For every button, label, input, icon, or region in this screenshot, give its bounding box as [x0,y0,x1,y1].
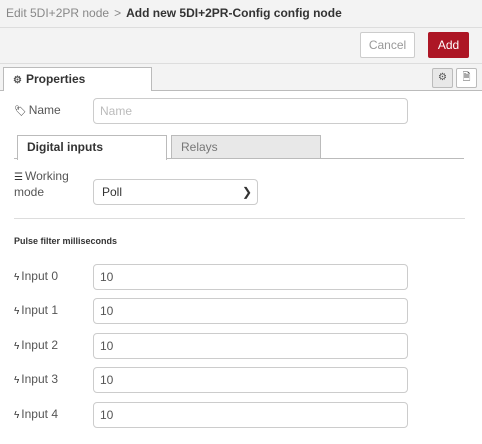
working-mode-select[interactable]: Poll ❯ [93,179,258,205]
bolt-icon: ϟ [14,341,20,352]
tray-breadcrumb: Edit 5DI+2PR node > Add new 5DI+2PR-Config… [0,0,482,28]
breadcrumb-separator: > [114,6,122,20]
tab-properties-label: Properties [25,72,86,86]
bolt-icon: ϟ [14,375,20,386]
bars-icon: ☰ [14,172,23,183]
tag-icon: 🏷 [14,106,27,117]
input-3-label: ϟ Input 3 [14,372,58,388]
working-mode-value: Poll [102,185,123,199]
breadcrumb-parent[interactable]: Edit 5DI+2PR node [6,6,109,20]
input-3-label-text: Input 3 [21,372,58,386]
input-2-field[interactable] [93,333,408,359]
add-button[interactable]: Add [428,32,469,58]
input-4-field[interactable] [93,402,408,428]
section-divider [14,218,465,219]
chevron-down-icon: ❯ [241,185,252,199]
tab-bar: ⚙ Properties ⚙ 🗎 [0,64,482,92]
input-0-field[interactable] [93,264,408,290]
breadcrumb-current: Add new 5DI+2PR-Config config node [126,6,342,20]
properties-panel: 🏷Name Digital inputs Relays ☰Working mod… [0,91,482,444]
name-label: 🏷 Name [14,103,61,119]
name-label-text: Name [28,103,61,117]
tab-properties[interactable]: ⚙ Properties [3,67,152,92]
subtab-relays[interactable]: Relays [171,135,321,159]
input-2-label: ϟ Input 2 [14,338,58,354]
working-mode-label: ☰ Working mode [14,169,69,199]
bolt-icon: ϟ [14,410,20,421]
tray-toolbar: Cancel Add [0,28,482,64]
input-3-field[interactable] [93,367,408,393]
subtab-underline [14,158,17,159]
input-0-label: ϟ Input 0 [14,269,58,285]
input-4-label: ϟ Input 4 [14,407,58,423]
subtab-underline [167,158,464,159]
working-mode-label-line1: Working [24,169,69,183]
input-2-label-text: Input 2 [21,338,58,352]
working-mode-label-line2: mode [14,185,45,199]
gear-icon: ⚙ [13,75,22,86]
input-1-label: ϟ Input 1 [14,303,58,319]
input-0-label-text: Input 0 [21,269,58,283]
input-1-field[interactable] [93,298,408,324]
cancel-button[interactable]: Cancel [360,32,415,58]
bolt-icon: ϟ [14,272,20,283]
pulse-filter-title: Pulse filter milliseconds [14,236,118,246]
node-description-button[interactable]: 🗎 [456,68,477,88]
name-input[interactable] [93,98,408,124]
bolt-icon: ϟ [14,306,20,317]
input-1-label-text: Input 1 [21,303,58,317]
gear-icon: ⚙ [438,72,447,83]
subtab-digital-inputs[interactable]: Digital inputs [17,135,167,160]
input-4-label-text: Input 4 [21,407,58,421]
node-settings-button[interactable]: ⚙ [432,68,453,88]
file-text-icon: 🗎 [462,72,471,83]
